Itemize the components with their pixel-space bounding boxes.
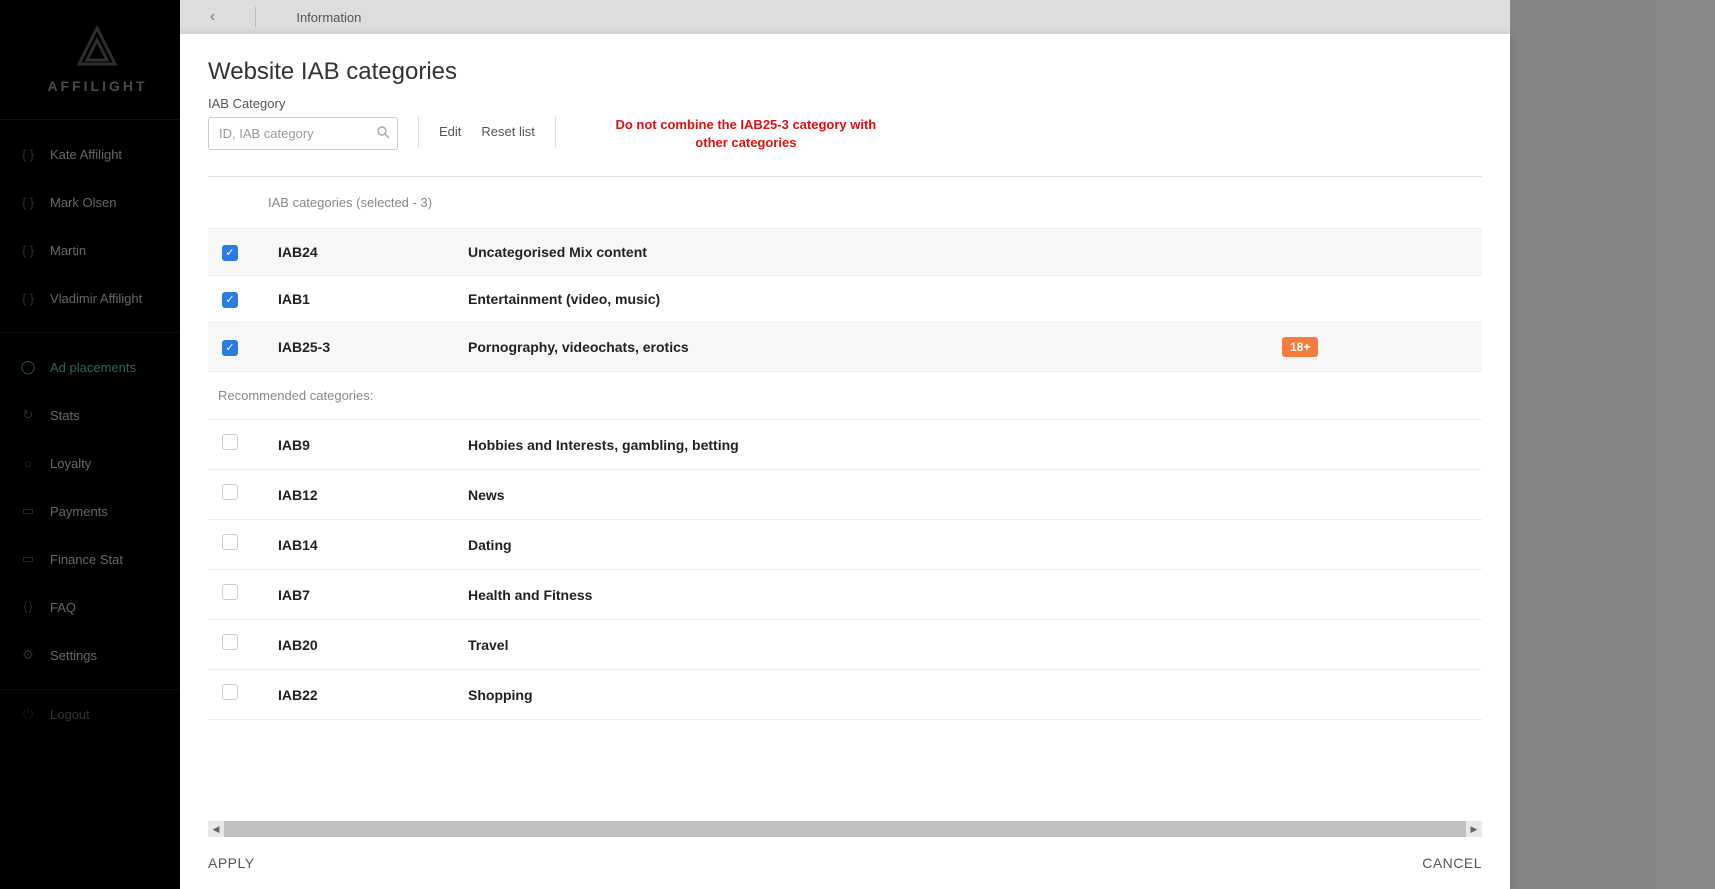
warning-text: Do not combine the IAB25-3 category with…	[606, 96, 886, 152]
iab-code: IAB20	[268, 620, 458, 670]
table-row[interactable]: IAB12 News	[208, 470, 1482, 520]
table-row[interactable]: ✓ IAB25-3 Pornography, videochats, eroti…	[208, 323, 1482, 372]
table-row[interactable]: IAB22 Shopping	[208, 670, 1482, 720]
iab-code: IAB7	[268, 570, 458, 620]
apply-button[interactable]: APPLY	[208, 855, 255, 871]
checkbox-icon[interactable]: ✓	[222, 340, 238, 356]
table-row[interactable]: IAB9 Hobbies and Interests, gambling, be…	[208, 420, 1482, 470]
search-input[interactable]	[208, 117, 398, 150]
iab-code: IAB9	[268, 420, 458, 470]
iab-desc: Travel	[458, 620, 1272, 670]
checkbox-icon[interactable]	[222, 634, 238, 650]
separator	[555, 116, 556, 148]
recommended-header: Recommended categories:	[208, 372, 1482, 420]
horizontal-scrollbar[interactable]: ◀ ▶	[208, 821, 1482, 837]
table-row[interactable]: IAB7 Health and Fitness	[208, 570, 1482, 620]
iab-desc: Pornography, videochats, erotics	[458, 323, 1272, 372]
table-row[interactable]: IAB14 Dating	[208, 520, 1482, 570]
badge-cell	[1272, 276, 1482, 323]
iab-desc: Health and Fitness	[458, 570, 1272, 620]
table-header-label: IAB categories (selected - 3)	[208, 177, 1482, 229]
iab-code: IAB14	[268, 520, 458, 570]
edit-link[interactable]: Edit	[439, 96, 461, 139]
iab-desc: Shopping	[458, 670, 1272, 720]
scroll-left-icon[interactable]: ◀	[208, 821, 224, 837]
modal-iab-categories: Website IAB categories IAB Category Edit…	[180, 34, 1510, 889]
iab-desc: Hobbies and Interests, gambling, betting	[458, 420, 1272, 470]
iab-desc: Uncategorised Mix content	[458, 229, 1272, 276]
modal-header: Website IAB categories IAB Category Edit…	[180, 34, 1510, 162]
search-icon[interactable]	[377, 126, 390, 142]
checkbox-icon[interactable]: ✓	[222, 292, 238, 308]
table-scroll[interactable]: IAB categories (selected - 3) ✓ IAB24 Un…	[208, 176, 1482, 821]
search-label: IAB Category	[208, 96, 398, 111]
iab-code: IAB12	[268, 470, 458, 520]
iab-code: IAB22	[268, 670, 458, 720]
checkbox-icon[interactable]	[222, 484, 238, 500]
adult-badge: 18+	[1282, 337, 1318, 357]
back-icon[interactable]: ‹	[210, 8, 215, 26]
table-row[interactable]: ✓ IAB24 Uncategorised Mix content	[208, 229, 1482, 276]
recommended-label: Recommended categories:	[208, 372, 1272, 420]
page-topbar: ‹ Information	[180, 0, 1510, 34]
badge-cell	[1272, 229, 1482, 276]
checkbox-icon[interactable]	[222, 534, 238, 550]
iab-code: IAB25-3	[268, 323, 458, 372]
table-row[interactable]: IAB20 Travel	[208, 620, 1482, 670]
table-row[interactable]: ✓ IAB1 Entertainment (video, music)	[208, 276, 1482, 323]
iab-desc: News	[458, 470, 1272, 520]
cancel-button[interactable]: CANCEL	[1422, 855, 1482, 871]
checkbox-icon[interactable]	[222, 684, 238, 700]
checkbox-icon[interactable]: ✓	[222, 245, 238, 261]
modal-title: Website IAB categories	[208, 58, 1482, 86]
checkbox-icon[interactable]	[222, 584, 238, 600]
scroll-right-icon[interactable]: ▶	[1466, 821, 1482, 837]
topbar-tab-information[interactable]: Information	[296, 10, 361, 25]
checkbox-icon[interactable]	[222, 434, 238, 450]
table-header: IAB categories (selected - 3)	[208, 177, 1482, 229]
iab-code: IAB24	[268, 229, 458, 276]
reset-list-link[interactable]: Reset list	[481, 96, 534, 139]
iab-code: IAB1	[268, 276, 458, 323]
iab-desc: Entertainment (video, music)	[458, 276, 1272, 323]
modal-footer: APPLY CANCEL	[180, 837, 1510, 889]
iab-table: IAB categories (selected - 3) ✓ IAB24 Un…	[208, 177, 1482, 720]
iab-desc: Dating	[458, 520, 1272, 570]
scrollbar-track[interactable]	[224, 821, 1466, 837]
separator	[418, 116, 419, 148]
